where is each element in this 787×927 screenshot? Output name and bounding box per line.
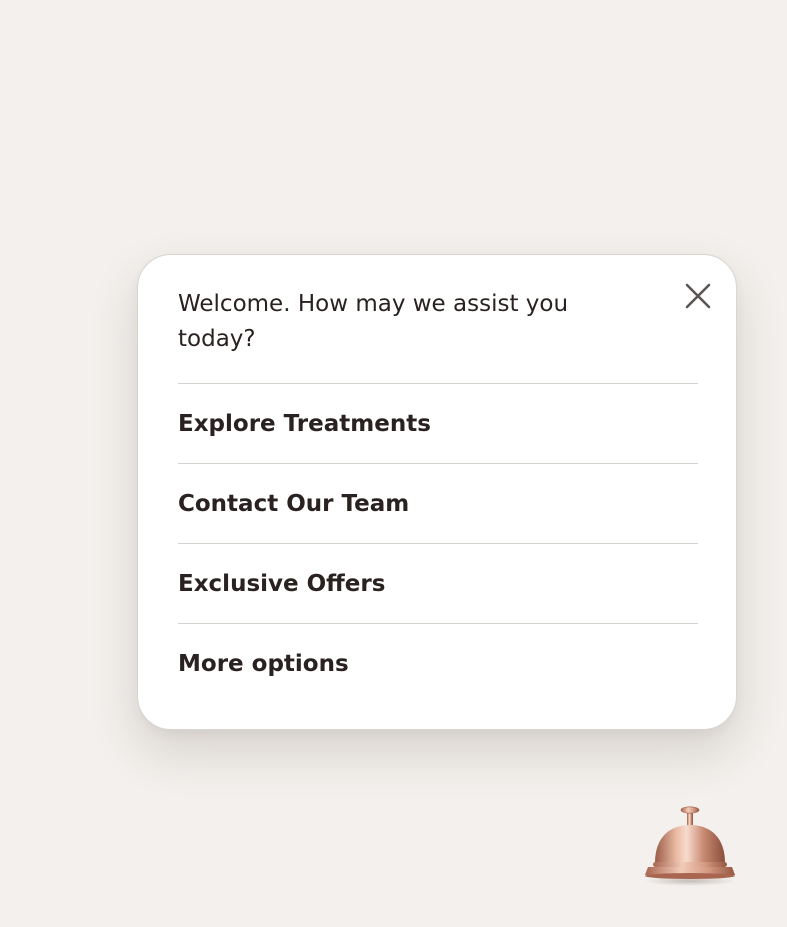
menu-item-more-options[interactable]: More options — [178, 623, 698, 703]
service-bell-icon — [644, 806, 736, 886]
menu-item-exclusive-offers[interactable]: Exclusive Offers — [178, 543, 698, 623]
menu-item-contact-our-team[interactable]: Contact Our Team — [178, 463, 698, 543]
options-menu: Explore Treatments Contact Our Team Excl… — [178, 383, 698, 703]
menu-item-explore-treatments[interactable]: Explore Treatments — [178, 383, 698, 463]
close-icon — [685, 283, 711, 309]
close-button[interactable] — [679, 277, 717, 315]
chat-popup: Welcome. How may we assist you today? Ex… — [137, 254, 737, 730]
greeting-text: Welcome. How may we assist you today? — [178, 291, 569, 352]
chat-launcher-button[interactable] — [641, 803, 739, 887]
